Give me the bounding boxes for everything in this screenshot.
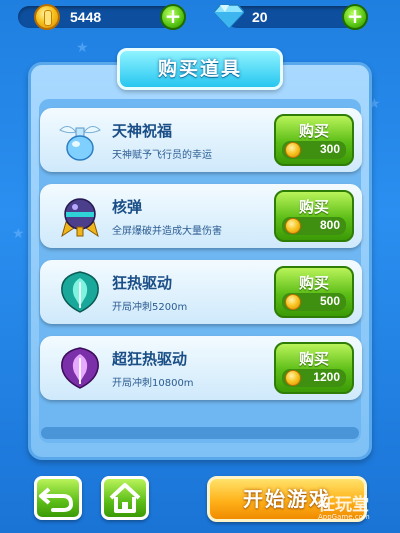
price-tag: 500 xyxy=(282,293,346,311)
buy-button[interactable]: 购买 300 xyxy=(274,114,354,166)
item-name: 核弹 xyxy=(112,198,143,216)
buy-button[interactable]: 购买 500 xyxy=(274,266,354,318)
home-icon xyxy=(109,483,141,513)
watermark-logo: 任玩堂 AppGame.com xyxy=(318,490,370,521)
item-description: 开局冲刺10800m xyxy=(112,378,194,389)
item-price: 300 xyxy=(319,142,340,156)
item-name: 超狂热驱动 xyxy=(112,350,188,368)
coin-icon xyxy=(285,294,301,310)
watermark-site: AppGame.com xyxy=(318,513,370,521)
diamond-icon xyxy=(214,4,244,29)
item-price: 800 xyxy=(319,218,340,232)
buy-label: 购买 xyxy=(298,122,329,140)
item-price: 500 xyxy=(319,294,340,308)
buy-label: 购买 xyxy=(298,274,329,292)
coin-icon xyxy=(34,4,60,30)
panel-bottom-rail xyxy=(41,427,359,439)
teal-boost-icon xyxy=(61,271,99,313)
back-button[interactable] xyxy=(34,476,82,520)
star-decoration-icon: ★ xyxy=(76,40,89,56)
shop-item-blessing: 天神祝福 天神赋予飞行员的幸运 购买 300 xyxy=(40,108,362,172)
coin-icon xyxy=(285,218,301,234)
shop-title-text: 购买道具 xyxy=(157,58,242,80)
purple-boost-icon xyxy=(61,347,99,389)
coin-icon xyxy=(285,370,301,386)
shop-item-frenzy-drive: 狂热驱动 开局冲刺5200m 购买 500 xyxy=(40,260,362,324)
price-tag: 300 xyxy=(282,141,346,159)
item-description: 全屏爆破并造成大量伤害 xyxy=(112,226,222,237)
nuke-bomb-icon xyxy=(61,198,99,238)
item-description: 开局冲刺5200m xyxy=(112,302,188,313)
shop-item-nuke: 核弹 全屏爆破并造成大量伤害 购买 800 xyxy=(40,184,362,248)
price-tag: 1200 xyxy=(282,369,346,387)
item-name: 天神祝福 xyxy=(112,122,173,140)
star-decoration-icon: ★ xyxy=(12,226,25,242)
coin-amount: 5448 xyxy=(70,9,102,25)
shop-title: 购买道具 xyxy=(117,48,283,90)
currency-bar: 5448 + 20 + xyxy=(0,0,400,34)
item-price: 1200 xyxy=(313,370,340,384)
add-coins-button[interactable]: + xyxy=(160,4,186,30)
buy-button[interactable]: 购买 1200 xyxy=(274,342,354,394)
gem-amount: 20 xyxy=(252,9,268,25)
buy-label: 购买 xyxy=(298,198,329,216)
buy-button[interactable]: 购买 800 xyxy=(274,190,354,242)
winged-potion-icon xyxy=(59,126,101,161)
coin-icon xyxy=(285,142,301,158)
buy-label: 购买 xyxy=(298,350,329,368)
home-button[interactable] xyxy=(101,476,149,520)
item-name: 狂热驱动 xyxy=(112,274,173,292)
watermark-text: 任玩堂 xyxy=(318,495,369,515)
add-gems-button[interactable]: + xyxy=(342,4,368,30)
back-arrow-icon xyxy=(39,487,74,512)
price-tag: 800 xyxy=(282,217,346,235)
shop-item-super-frenzy-drive: 超狂热驱动 开局冲刺10800m 购买 1200 xyxy=(40,336,362,400)
item-description: 天神赋予飞行员的幸运 xyxy=(112,150,212,161)
